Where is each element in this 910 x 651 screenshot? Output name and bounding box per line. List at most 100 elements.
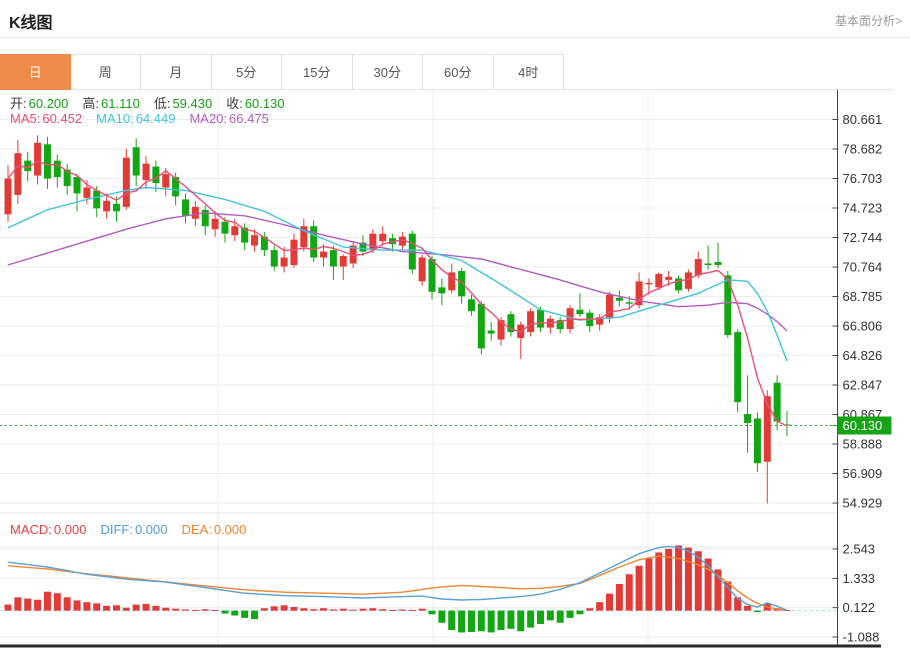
ma-legend: MA5:60.452MA10:64.449MA20:66.475 — [10, 111, 283, 126]
macd-bar — [182, 609, 189, 610]
candle — [14, 153, 21, 195]
macd-bar — [399, 609, 406, 610]
axis-tick-label: 76.703 — [843, 171, 883, 186]
candle — [231, 226, 238, 235]
ma-item: MA20:66.475 — [189, 111, 268, 126]
macd-bar — [113, 605, 120, 610]
candle — [221, 222, 228, 234]
macd-bar — [241, 611, 248, 618]
macd-bar — [359, 609, 366, 611]
candle — [695, 259, 702, 275]
candle — [310, 226, 317, 257]
candle — [34, 143, 41, 176]
kline-panel: 80.66178.68276.70374.72372.74470.76468.7… — [0, 0, 910, 651]
ohlc-item: 开:60.200 — [10, 96, 68, 111]
macd-bar — [596, 602, 603, 610]
macd-bar — [429, 611, 436, 615]
candle — [93, 190, 100, 208]
candle — [744, 414, 751, 423]
candle — [488, 331, 495, 334]
macd-item: MACD:0.000 — [10, 522, 86, 537]
macd-bar — [83, 602, 90, 610]
macd-bar — [212, 610, 219, 611]
axis-tick-label: -1.088 — [843, 630, 880, 645]
macd-histogram — [5, 545, 791, 632]
candle — [44, 144, 51, 178]
candle — [478, 304, 485, 349]
macd-bar — [478, 611, 485, 632]
macd-bar — [340, 609, 347, 611]
candle — [419, 258, 426, 282]
macd-bar — [616, 584, 623, 611]
axis-tick-label: 0.122 — [843, 600, 876, 615]
candles — [5, 135, 791, 503]
macd-bar — [300, 608, 307, 610]
candle — [685, 272, 692, 288]
candle — [429, 259, 436, 292]
axis-tick-label: 80.661 — [843, 112, 883, 127]
macd-bar — [458, 611, 465, 633]
candle — [123, 158, 130, 207]
macd-bar — [645, 559, 652, 611]
axis-tick-label: 72.744 — [843, 230, 883, 245]
axis-tick-label: 64.826 — [843, 348, 883, 363]
axis-tick-label: 68.785 — [843, 289, 883, 304]
candle — [162, 174, 169, 187]
candle — [527, 311, 534, 332]
candle — [645, 283, 652, 284]
current-price-tag: 60.130 — [833, 417, 892, 435]
macd-bar — [261, 608, 268, 610]
macd-bar — [330, 609, 337, 610]
macd-bar — [143, 604, 150, 611]
candle — [182, 199, 189, 215]
macd-bar — [103, 606, 110, 611]
candle — [438, 287, 445, 293]
macd-bar — [754, 611, 761, 612]
macd-bar — [547, 611, 554, 621]
candle — [271, 250, 278, 266]
macd-bar — [369, 608, 376, 610]
current-price-label: 60.130 — [843, 418, 883, 433]
macd-bar — [438, 611, 445, 623]
macd-legend: MACD:0.000DIFF:0.000DEA:0.000 — [10, 522, 260, 537]
ohlc-legend: 开:60.200高:61.110低:59.430收:60.130 — [10, 93, 299, 112]
candle — [369, 234, 376, 250]
macd-bar — [379, 609, 386, 610]
candle — [192, 207, 199, 219]
candle — [152, 167, 159, 183]
axis-tick-label: 58.888 — [843, 437, 883, 452]
macd-bar — [123, 608, 130, 611]
macd-bar — [34, 600, 41, 611]
candle — [5, 179, 12, 215]
price-axis: 80.66178.68276.70374.72372.74470.76468.7… — [833, 90, 883, 646]
candle — [83, 187, 90, 197]
macd-bar — [675, 545, 682, 610]
candle — [103, 201, 110, 211]
macd-bar — [606, 594, 613, 611]
macd-bar — [133, 605, 140, 611]
macd-bar — [567, 611, 574, 618]
candle — [320, 252, 327, 258]
candle — [714, 262, 721, 265]
macd-bar — [24, 599, 31, 611]
macd-bar — [586, 608, 593, 610]
macd-bar — [162, 608, 169, 611]
candle — [764, 396, 771, 462]
candle — [133, 147, 140, 175]
macd-bar — [14, 597, 21, 610]
axis-tick-label: 1.333 — [843, 571, 876, 586]
axis-tick-label: 62.847 — [843, 378, 883, 393]
ma20-line — [8, 213, 787, 331]
macd-bar — [488, 611, 495, 633]
macd-bar — [576, 611, 583, 615]
macd-bar — [389, 610, 396, 611]
candle — [537, 310, 544, 328]
macd-bar — [44, 592, 51, 611]
ohlc-item: 收:60.130 — [226, 96, 284, 111]
macd-bar — [202, 609, 209, 610]
candle — [468, 299, 475, 311]
candle — [665, 277, 672, 280]
ohlc-item: 高:61.110 — [82, 96, 139, 111]
ma10-line — [8, 188, 787, 362]
macd-bar — [448, 611, 455, 630]
